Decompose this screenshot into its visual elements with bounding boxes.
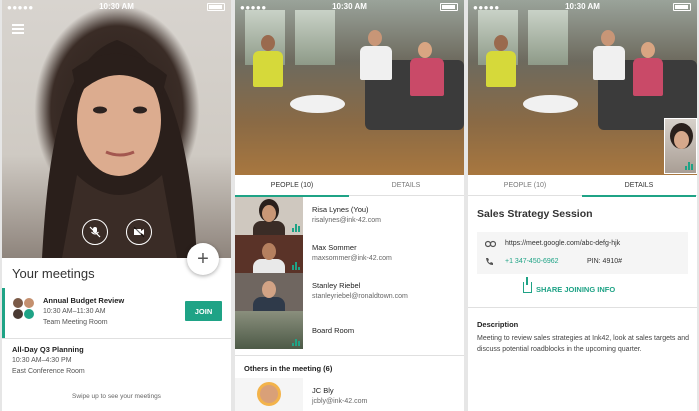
tab-people[interactable]: PEOPLE (10): [235, 176, 349, 197]
participant-name: JC Bly: [312, 386, 334, 395]
battery-icon: [673, 3, 691, 11]
swipe-hint[interactable]: Swipe up to see your meetings: [2, 393, 231, 400]
meeting-time: 10:30 AM–4:30 PM: [12, 357, 72, 364]
participant-thumbnail: [235, 311, 303, 349]
clock: 10:30 AM: [332, 2, 367, 11]
participant-row[interactable]: JC Bly jcbly@ink-42.com: [235, 378, 464, 411]
avatar: [24, 309, 34, 319]
phone-icon: [486, 258, 493, 265]
page-title: Your meetings: [12, 266, 95, 281]
battery-icon: [207, 3, 225, 11]
participant-row[interactable]: Stanley Riebel stanleyriebel@ronaldtown.…: [235, 273, 464, 311]
self-video-preview: [2, 0, 231, 258]
audio-level-icon: [292, 338, 300, 346]
participant-name: Board Room: [312, 326, 355, 335]
audio-level-icon: [685, 162, 693, 170]
participant-thumbnail: [235, 378, 303, 411]
description-heading: Description: [477, 320, 519, 329]
status-bar: ●●●●● 10:30 AM: [235, 0, 464, 14]
meeting-title: Sales Strategy Session: [477, 208, 593, 220]
joining-info-box: https://meet.google.com/abc-defg-hjk +1 …: [477, 232, 688, 274]
participant-email: stanleyriebel@ronaldtown.com: [312, 293, 408, 300]
meeting-title: All-Day Q3 Planning: [12, 345, 84, 354]
details-screen: ●●●●● 10:30 AM PEOPLE (10) DETAILS Sales…: [468, 0, 697, 411]
self-view-thumbnail[interactable]: [664, 118, 697, 174]
meeting-time: 10:30 AM–11:30 AM: [43, 308, 106, 315]
tab-details[interactable]: DETAILS: [349, 176, 463, 196]
meeting-video-feed: [235, 0, 464, 175]
meeting-room: East Conference Room: [12, 368, 85, 375]
avatar: [13, 298, 23, 308]
dial-in-pin: PIN: 4910#: [587, 258, 623, 265]
divider: [2, 338, 231, 339]
tab-details-label: DETAILS: [624, 182, 654, 189]
background-window: [528, 10, 568, 65]
new-meeting-button[interactable]: +: [187, 243, 219, 275]
participant-name: Risa Lynes (You): [312, 205, 369, 214]
meeting-room: Team Meeting Room: [43, 319, 108, 326]
share-joining-info-button[interactable]: SHARE JOINING INFO: [536, 285, 615, 294]
participant-thumbnail: [235, 273, 303, 311]
background-window: [295, 10, 335, 65]
dial-in-number[interactable]: +1 347-450-6962: [505, 258, 559, 265]
tab-people[interactable]: PEOPLE (10): [468, 176, 582, 196]
participant-row[interactable]: Board Room: [235, 311, 464, 349]
participant-name: Stanley Riebel: [312, 281, 361, 290]
home-screen: ●●●●● 10:30 AM + Your meetings Annual Bu…: [2, 0, 231, 411]
avatar: [13, 309, 23, 319]
tab-details-label: DETAILS: [391, 182, 421, 189]
meeting-title: Annual Budget Review: [43, 296, 125, 305]
participant-thumbnail: [235, 197, 303, 235]
menu-icon[interactable]: [12, 24, 24, 34]
participant-name: Max Sommer: [312, 243, 357, 252]
mute-mic-button[interactable]: [82, 219, 108, 245]
participant-thumbnail: [235, 235, 303, 273]
participant-email: maxsommer@ink-42.com: [312, 255, 392, 262]
camera-off-icon: [133, 226, 145, 238]
active-tab-indicator: [582, 195, 696, 197]
link-icon: [485, 240, 496, 248]
share-icon: [523, 277, 532, 293]
tab-bar: PEOPLE (10) DETAILS: [468, 176, 697, 197]
divider: [235, 355, 464, 356]
avatar: [257, 382, 281, 406]
participant-row[interactable]: Risa Lynes (You) risalynes@ink-42.com: [235, 197, 464, 235]
others-heading: Others in the meeting (6): [244, 364, 333, 373]
divider: [468, 307, 697, 308]
status-bar: ●●●●● 10:30 AM: [468, 0, 697, 14]
status-bar: ●●●●● 10:30 AM: [2, 0, 231, 14]
camera-off-button[interactable]: [126, 219, 152, 245]
clock: 10:30 AM: [565, 2, 600, 11]
tab-people-label: PEOPLE (10): [503, 182, 547, 189]
coffee-table: [290, 95, 345, 113]
self-portrait-image: [42, 40, 197, 258]
meeting-link[interactable]: https://meet.google.com/abc-defg-hjk: [505, 240, 620, 247]
participant-row[interactable]: Max Sommer maxsommer@ink-42.com: [235, 235, 464, 273]
attendee-avatars: [13, 298, 35, 320]
audio-level-icon: [292, 224, 300, 232]
join-button[interactable]: JOIN: [185, 301, 222, 321]
coffee-table: [523, 95, 578, 113]
participant-email: risalynes@ink-42.com: [312, 217, 381, 224]
tab-details[interactable]: DETAILS: [582, 176, 696, 197]
mic-off-icon: [89, 226, 101, 238]
clock: 10:30 AM: [99, 2, 134, 11]
battery-icon: [440, 3, 458, 11]
meeting-video-feed: [468, 0, 697, 175]
people-screen: ●●●●● 10:30 AM PEOPLE (10) DETAILS Risa …: [235, 0, 464, 411]
avatar: [24, 298, 34, 308]
participant-email: jcbly@ink-42.com: [312, 398, 368, 405]
tab-bar: PEOPLE (10) DETAILS: [235, 176, 464, 197]
description-text: Meeting to review sales strategies at In…: [477, 335, 690, 353]
audio-level-icon: [292, 262, 300, 270]
tab-people-label: PEOPLE (10): [270, 182, 314, 189]
